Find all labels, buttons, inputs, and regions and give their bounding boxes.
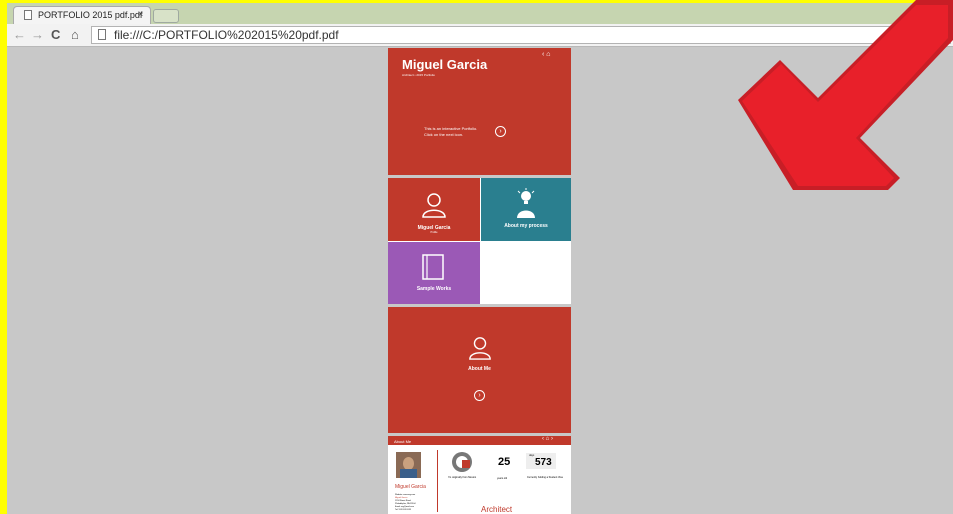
reload-icon[interactable]: C [51,27,60,42]
about-cover-slide: About Me › [388,307,571,433]
nav-icons[interactable]: ‹ ⌂ [542,51,551,58]
tab-close-button[interactable]: × [138,9,143,19]
profile-tile-sub: Profile [430,231,438,234]
cover-intro: This is an interactive Portfolio. Click … [424,126,478,137]
profile-name: Miguel Garcia [395,484,426,490]
age-value: 25 [498,456,511,468]
profession-label: Architect [481,505,513,514]
days-counter: days 573 [526,453,556,469]
days-label: days [529,454,535,457]
contact-info: Website: www.mg.com Miguel Garcia 1234 S… [395,494,416,511]
profile-photo [396,452,421,478]
works-tile[interactable]: Sample Works [388,242,480,304]
age-caption: years old [497,477,508,480]
lightbulb-person-icon [517,188,535,218]
home-icon[interactable]: ⌂ [71,27,79,42]
profile-tile[interactable]: Miguel Garcia Profile [388,178,480,241]
menu-slide: Miguel Garcia Profile About my process S… [388,178,571,304]
process-tile-label: About my process [504,223,548,229]
days-value: 573 [535,457,552,468]
url-text: file:///C:/PORTFOLIO%202015%20pdf.pdf [114,28,339,42]
back-arrow-icon[interactable]: ← [13,27,26,42]
person-icon [422,193,446,218]
divider [437,450,438,512]
about-header-title: About Me [394,439,412,444]
about-cover-label: About Me [468,366,491,372]
forward-arrow-icon[interactable]: → [31,27,44,42]
nav-icons[interactable]: ‹ ⌂ › [542,436,553,442]
next-icon[interactable]: › [474,390,485,401]
book-icon [422,254,444,280]
empty-tile [481,242,571,304]
next-icon[interactable]: › [495,126,506,137]
new-tab-button[interactable] [153,9,179,23]
tab-title: PORTFOLIO 2015 pdf.pdf [38,10,143,20]
about-me-slide: About Me ‹ ⌂ › Miguel Garcia Website: ww… [388,436,571,514]
person-icon [469,337,491,360]
works-tile-label: Sample Works [416,286,452,292]
origin-caption: I'm originally from Mexico [448,476,477,479]
browser-tab[interactable]: PORTFOLIO 2015 pdf.pdf × [13,6,151,24]
cover-slide: ‹ ⌂ Miguel Garcia Architect • 2015 Portf… [388,48,571,175]
page-icon [98,29,106,40]
cover-name: Miguel Garcia [402,57,488,72]
about-header: About Me ‹ ⌂ › [388,436,571,445]
process-tile[interactable]: About my process [481,178,571,241]
mexico-flag-icon [452,452,472,472]
cover-subtitle: Architect • 2015 Portfolio [402,73,435,77]
visa-caption: Currently holding a Student Visa [527,476,563,479]
highlight-border-left [0,0,7,514]
big-red-arrow-icon [738,0,953,190]
document-icon [24,10,32,20]
